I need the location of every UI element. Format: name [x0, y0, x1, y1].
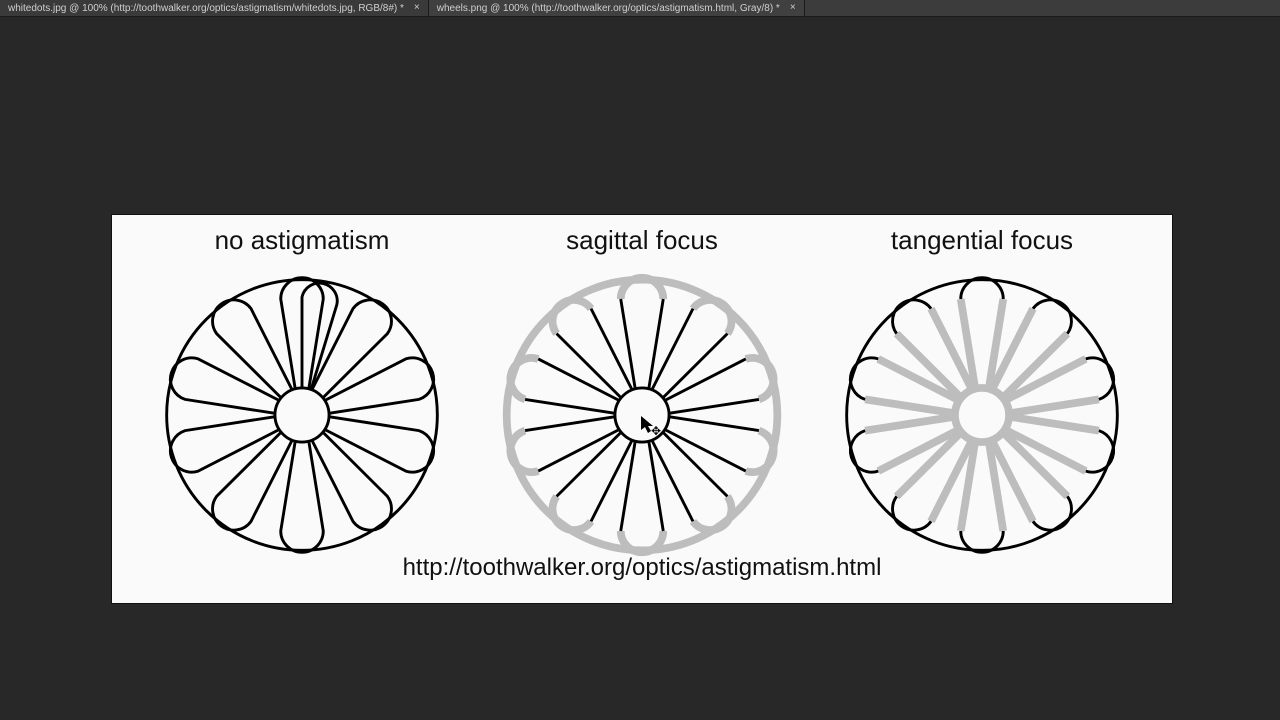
- wheel-icon: [497, 270, 787, 560]
- close-icon[interactable]: ×: [412, 3, 422, 13]
- wheel-title: no astigmatism: [132, 225, 472, 256]
- wheel-no-astigmatism: no astigmatism: [132, 225, 472, 560]
- wheel-title: sagittal focus: [472, 225, 812, 256]
- wheel-tangential: tangential focus: [812, 225, 1152, 560]
- close-icon[interactable]: ×: [788, 3, 798, 13]
- document-wheels[interactable]: no astigmatism: [112, 215, 1172, 603]
- tab-label: wheels.png @ 100% (http://toothwalker.or…: [437, 3, 780, 14]
- tab-wheels[interactable]: wheels.png @ 100% (http://toothwalker.or…: [429, 0, 805, 16]
- wheel-icon: [157, 270, 447, 560]
- wheel-icon: [837, 270, 1127, 560]
- wheel-title: tangential focus: [812, 225, 1152, 256]
- tab-whitedots[interactable]: whitedots.jpg @ 100% (http://toothwalker…: [0, 0, 429, 16]
- tab-bar: whitedots.jpg @ 100% (http://toothwalker…: [0, 0, 1280, 17]
- wheels-row: no astigmatism: [112, 215, 1172, 560]
- tab-label: whitedots.jpg @ 100% (http://toothwalker…: [8, 3, 404, 14]
- canvas-area[interactable]: no astigmatism: [0, 17, 1280, 720]
- wheel-sagittal: sagittal focus: [472, 225, 812, 560]
